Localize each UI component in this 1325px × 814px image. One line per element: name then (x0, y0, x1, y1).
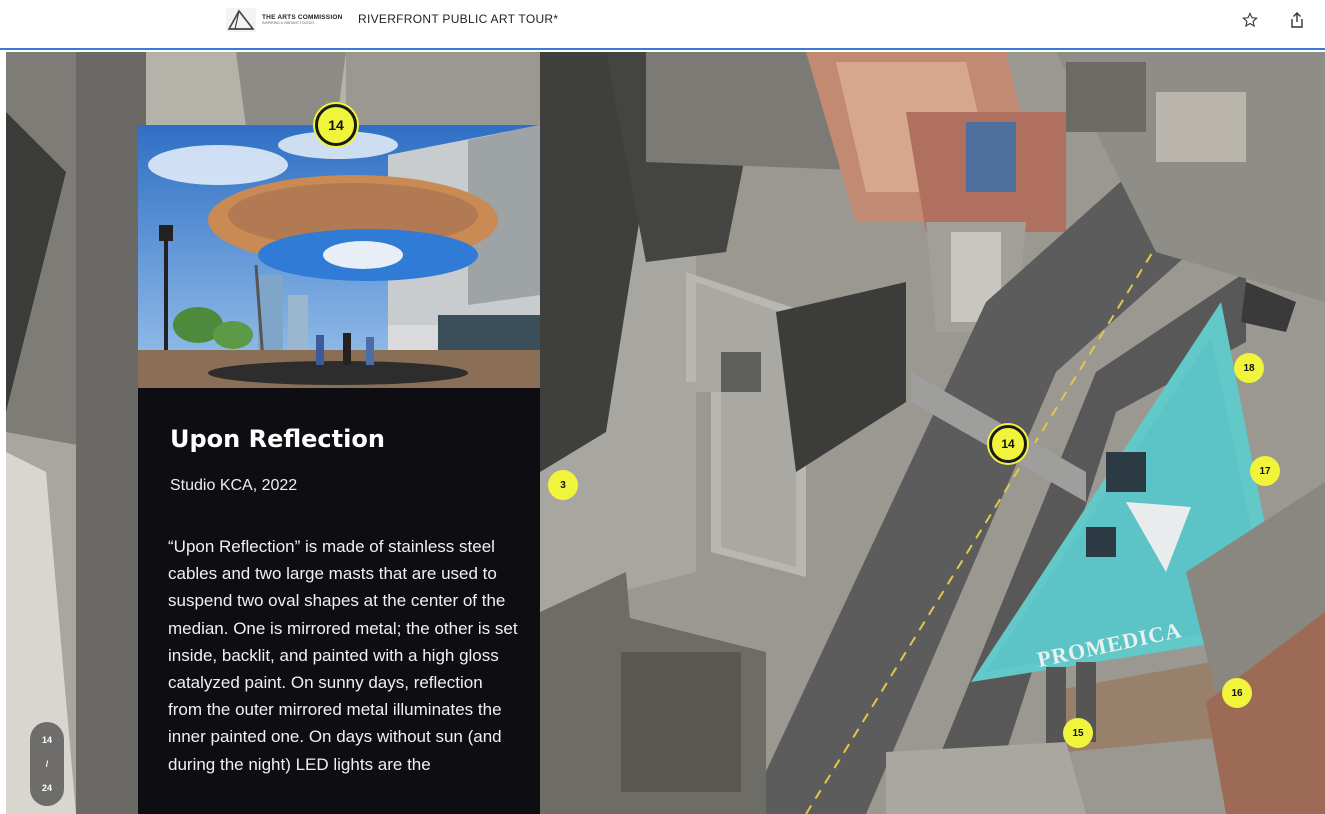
arts-commission-logo[interactable]: THE ARTS COMMISSION INSPIRING A VIBRANT … (226, 6, 344, 34)
map-marker-15[interactable]: 15 (1063, 718, 1093, 748)
map-marker-17[interactable]: 17 (1250, 456, 1280, 486)
map-marker-18[interactable]: 18 (1234, 353, 1264, 383)
page-title: RIVERFRONT PUBLIC ART TOUR* (358, 12, 559, 26)
map-marker-3[interactable]: 3 (548, 470, 578, 500)
logo-mark-icon (226, 8, 256, 32)
artwork-photo (138, 125, 540, 388)
active-story-marker[interactable]: 14 (315, 104, 357, 146)
favorite-button[interactable] (1239, 9, 1261, 31)
share-icon (1291, 12, 1303, 28)
star-outline-icon (1242, 12, 1258, 28)
logo-tagline: INSPIRING A VIBRANT TOLEDO (262, 21, 315, 25)
map-marker-14[interactable]: 14 (989, 425, 1027, 463)
artwork-title: Upon Reflection (170, 425, 385, 453)
share-button[interactable] (1286, 9, 1308, 31)
artist-year: Studio KCA, 2022 (170, 477, 298, 494)
story-panel[interactable]: Upon Reflection Studio KCA, 2022 “Upon R… (138, 125, 540, 814)
pager-current: 14 (41, 735, 52, 745)
story-pager[interactable]: 14 / 24 (30, 722, 64, 806)
artwork-description: “Upon Reflection” is made of stainless s… (168, 537, 518, 774)
map-marker-16[interactable]: 16 (1222, 678, 1252, 708)
pager-separator: / (45, 759, 49, 769)
app-header: THE ARTS COMMISSION INSPIRING A VIBRANT … (0, 0, 1325, 50)
pager-total: 24 (41, 783, 52, 793)
